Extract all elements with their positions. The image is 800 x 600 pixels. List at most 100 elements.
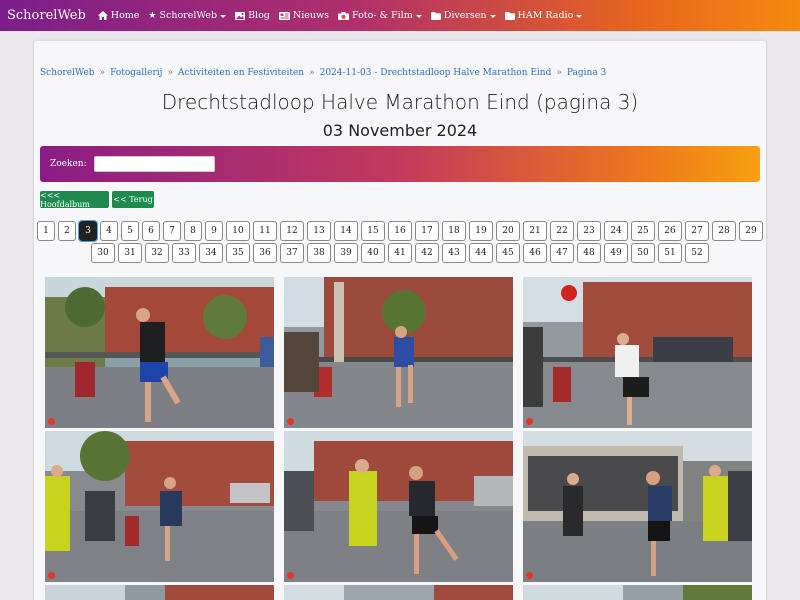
breadcrumb-item-current[interactable]: Pagina 3 [567, 68, 606, 78]
page-button[interactable]: 38 [307, 243, 331, 263]
page-button[interactable]: 39 [334, 243, 358, 263]
photo-thumbnail[interactable] [523, 431, 752, 582]
chevron-down-icon [220, 14, 227, 18]
page-button[interactable]: 44 [469, 243, 493, 263]
page-button[interactable]: 46 [523, 243, 547, 263]
page-button[interactable]: 21 [523, 221, 547, 241]
page-button[interactable]: 40 [361, 243, 385, 263]
photo-thumbnail[interactable] [284, 277, 513, 428]
page-button[interactable]: 45 [496, 243, 520, 263]
page-button[interactable]: 25 [631, 221, 655, 241]
page-button[interactable]: 42 [415, 243, 439, 263]
page-button[interactable]: 16 [388, 221, 412, 241]
breadcrumb-item[interactable]: 2024-11-03 - Drechtstadloop Halve Marath… [320, 68, 552, 78]
camera-icon [338, 11, 349, 20]
status-dot [48, 418, 55, 425]
search-label: Zoeken: [50, 159, 87, 169]
page-button[interactable]: 43 [442, 243, 466, 263]
page-button[interactable]: 23 [577, 221, 601, 241]
page-button[interactable]: 9 [205, 221, 223, 241]
page-button[interactable]: 15 [361, 221, 385, 241]
nav-diversen[interactable]: Diversen [430, 10, 496, 21]
photo-thumbnail[interactable] [523, 277, 752, 428]
page-button[interactable]: 13 [307, 221, 331, 241]
page-button[interactable]: 22 [550, 221, 574, 241]
page-button[interactable]: 52 [685, 243, 709, 263]
home-icon [97, 11, 108, 20]
breadcrumb-item[interactable]: Fotogallerij [110, 68, 162, 78]
page-date: 03 November 2024 [322, 121, 478, 140]
newspaper-icon [278, 11, 290, 20]
photo-thumbnail[interactable] [284, 431, 513, 582]
photo-thumbnail[interactable] [45, 585, 274, 600]
chevron-down-icon [415, 14, 422, 18]
status-dot [287, 418, 294, 425]
breadcrumb: SchorelWeb » Fotogallerij » Activiteiten… [40, 68, 607, 78]
page-button[interactable]: 36 [253, 243, 277, 263]
page-button-current[interactable]: 3 [78, 220, 98, 242]
search-input[interactable] [93, 156, 215, 172]
status-dot [287, 572, 294, 579]
page-button[interactable]: 34 [199, 243, 223, 263]
brand-link[interactable]: SchorelWeb [7, 8, 86, 23]
page-button[interactable]: 41 [388, 243, 412, 263]
image-icon [235, 11, 246, 20]
page-button[interactable]: 14 [334, 221, 358, 241]
page-button[interactable]: 35 [226, 243, 250, 263]
page-button[interactable]: 27 [685, 221, 709, 241]
page-button[interactable]: 20 [496, 221, 520, 241]
chevron-down-icon [576, 14, 583, 18]
nav-foto-film[interactable]: Foto- & Film [338, 10, 422, 21]
page-button[interactable]: 47 [550, 243, 574, 263]
page-title: Drechtstadloop Halve Marathon Eind (pagi… [161, 90, 639, 114]
page-button[interactable]: 24 [604, 221, 628, 241]
pagination: 1 2 3 4 5 6 7 8 9 10 11 12 13 14 15 16 17 18 19 20 21 22 23 24 2… [34, 220, 766, 265]
main-album-button[interactable]: <<< Hoofdalbum [40, 191, 109, 209]
page-button[interactable]: 6 [142, 221, 160, 241]
status-dot [526, 572, 533, 579]
page-button[interactable]: 7 [163, 221, 181, 241]
page-button[interactable]: 11 [253, 221, 277, 241]
back-button[interactable]: << Terug [112, 191, 154, 208]
photo-thumbnail[interactable] [45, 277, 274, 428]
page-button[interactable]: 48 [577, 243, 601, 263]
nav-home[interactable]: Home [97, 10, 139, 21]
page-button[interactable]: 18 [442, 221, 466, 241]
page-button[interactable]: 50 [631, 243, 655, 263]
page-button[interactable]: 17 [415, 221, 439, 241]
page-button[interactable]: 1 [37, 221, 55, 241]
page-button[interactable]: 26 [658, 221, 682, 241]
star-icon: ★ [148, 10, 157, 21]
folder-icon [504, 11, 515, 20]
nav-schorelweb[interactable]: ★ SchorelWeb [148, 10, 227, 21]
top-navbar: SchorelWeb Home ★ SchorelWeb Blog Nieuws… [0, 0, 800, 31]
page-button[interactable]: 33 [172, 243, 196, 263]
page-button[interactable]: 5 [121, 221, 139, 241]
pagination-row: 30 31 32 33 34 35 36 37 38 39 40 41 42 43 44 45 46 47 48 49… [34, 243, 766, 263]
breadcrumb-item[interactable]: Activiteiten en Festiviteiten [178, 68, 304, 78]
page-button[interactable]: 4 [100, 221, 118, 241]
nav-ham-radio[interactable]: HAM Radio [504, 10, 583, 21]
photo-thumbnail[interactable] [45, 431, 274, 582]
breadcrumb-item[interactable]: SchorelWeb [40, 68, 95, 78]
nav-blog[interactable]: Blog [235, 10, 270, 21]
page-button[interactable]: 29 [739, 221, 763, 241]
page-button[interactable]: 2 [58, 221, 76, 241]
page-button[interactable]: 32 [145, 243, 169, 263]
nav-nieuws[interactable]: Nieuws [278, 10, 329, 21]
page-button[interactable]: 37 [280, 243, 304, 263]
status-dot [48, 572, 55, 579]
page-button[interactable]: 19 [469, 221, 493, 241]
status-dot [526, 418, 533, 425]
photo-thumbnail[interactable] [523, 585, 752, 600]
page-button[interactable]: 30 [91, 243, 115, 263]
page-button[interactable]: 28 [712, 221, 736, 241]
search-bar: Zoeken: [40, 146, 760, 182]
page-button[interactable]: 31 [118, 243, 142, 263]
page-button[interactable]: 51 [658, 243, 682, 263]
page-button[interactable]: 8 [184, 221, 202, 241]
photo-thumbnail[interactable] [284, 585, 513, 600]
page-button[interactable]: 10 [226, 221, 250, 241]
page-button[interactable]: 49 [604, 243, 628, 263]
page-button[interactable]: 12 [280, 221, 304, 241]
